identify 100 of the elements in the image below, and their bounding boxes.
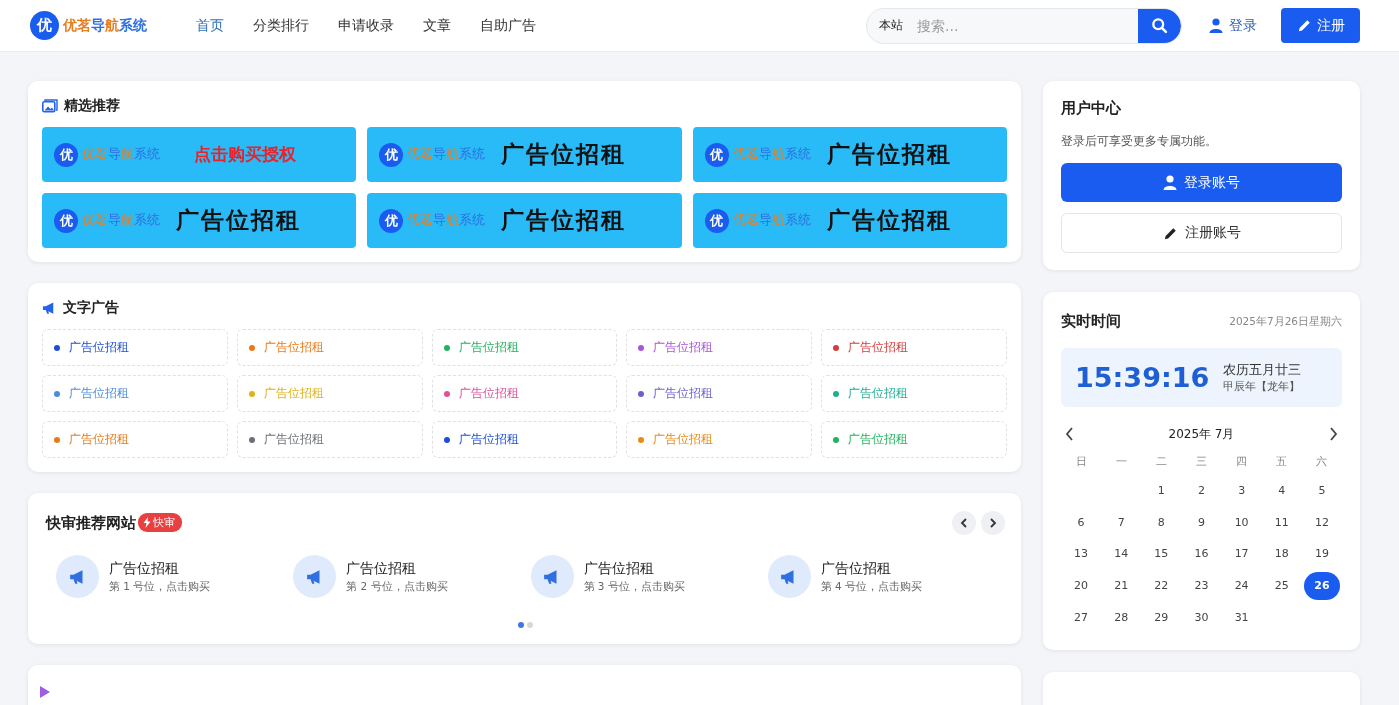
calendar-day[interactable]: 9: [1183, 506, 1220, 538]
calendar-day[interactable]: 23: [1183, 569, 1220, 601]
text-ad-link[interactable]: 广告位招租: [626, 329, 813, 366]
calendar-day[interactable]: 3: [1223, 475, 1260, 507]
weekday-label: 日: [1074, 454, 1088, 470]
calendar-day[interactable]: 25: [1263, 569, 1300, 601]
page-dot[interactable]: [518, 622, 524, 628]
calendar-day[interactable]: 6: [1063, 506, 1100, 538]
calendar-day[interactable]: 30: [1183, 601, 1220, 633]
search-bar[interactable]: 本站 搜索...: [866, 7, 1182, 44]
text-ad-link[interactable]: 广告位招租: [821, 329, 1007, 366]
pencil-icon: [1162, 225, 1178, 241]
text-ad-link[interactable]: 广告位招租: [42, 375, 228, 412]
section-title: 文字广告: [63, 299, 119, 317]
nav-link[interactable]: 首页: [196, 16, 224, 35]
calendar-day[interactable]: 1: [1143, 475, 1180, 507]
calendar-day[interactable]: 4: [1263, 475, 1300, 507]
brand-name: 优茗导航系统: [732, 212, 811, 229]
ad-banner[interactable]: 优 优茗导航系统 点击购买授权: [42, 127, 357, 182]
register-button[interactable]: 注册账号: [1061, 213, 1342, 253]
page-dot[interactable]: [527, 622, 533, 628]
logo-badge: 优: [704, 142, 729, 167]
weekday-label: 二: [1154, 454, 1168, 470]
weekday-label: 三: [1195, 454, 1208, 470]
search-icon: [1151, 17, 1168, 34]
previous-button[interactable]: [952, 511, 976, 535]
chevron-left-icon: [1065, 427, 1074, 441]
calendar-day[interactable]: 28: [1103, 601, 1140, 633]
text-ad-link[interactable]: 广告位招租: [236, 421, 423, 458]
logo-badge: 优: [379, 142, 404, 167]
ad-banner[interactable]: 优 优茗导航系统 广告位招租: [692, 193, 1007, 248]
calendar-day[interactable]: 16: [1183, 538, 1220, 570]
calendar-day[interactable]: 27: [1063, 601, 1100, 633]
site-subtitle: 第 2 号位，点击购买: [346, 579, 448, 594]
clock-time: 15:39:16: [1075, 362, 1210, 393]
text-ad-link[interactable]: 广告位招租: [431, 375, 618, 412]
section-title: 精选推荐: [64, 97, 120, 115]
site-link[interactable]: 广告位招租: [346, 559, 448, 578]
calendar-day[interactable]: 10: [1223, 506, 1260, 538]
pencil-icon: [1296, 18, 1312, 33]
fast-badge: 快审: [138, 512, 182, 532]
search-field[interactable]: 搜索...: [915, 16, 1138, 35]
nav-link[interactable]: 分类排行: [253, 16, 309, 35]
text-ad-link[interactable]: 广告位招租: [42, 329, 228, 366]
megaphone-icon: [293, 555, 337, 598]
calendar-day[interactable]: 21: [1103, 569, 1140, 601]
calendar-day[interactable]: 15: [1143, 538, 1180, 570]
site-link[interactable]: 广告位招租: [820, 559, 923, 578]
site-subtitle: 第 1 号位，点击购买: [109, 579, 211, 594]
card-title: 用户中心: [1061, 99, 1122, 118]
calendar-day[interactable]: 20: [1063, 569, 1100, 601]
triangle-icon: [40, 686, 50, 698]
calendar-day[interactable]: 19: [1303, 538, 1340, 570]
calendar-day[interactable]: 31: [1223, 601, 1260, 633]
date-text: 2025年7月26日星期六: [1229, 314, 1342, 329]
ad-text: 广告位招租: [826, 139, 952, 169]
ad-banner[interactable]: 优 优茗导航系统 广告位招租: [692, 127, 1007, 182]
register-button[interactable]: 注册: [1281, 8, 1360, 43]
site-subtitle: 第 3 号位，点击购买: [583, 579, 685, 594]
weekday-label: 四: [1235, 454, 1249, 470]
calendar-day[interactable]: 26: [1303, 571, 1340, 600]
calendar-day[interactable]: 14: [1103, 538, 1140, 570]
calendar-day[interactable]: 8: [1143, 506, 1180, 538]
ad-banner[interactable]: 优 优茗导航系统 广告位招租: [42, 193, 357, 248]
site-link[interactable]: 广告位招租: [583, 559, 685, 578]
nav-link[interactable]: 文章: [423, 16, 451, 35]
month-label: 2025年 7月: [1168, 425, 1235, 443]
calendar-day[interactable]: 13: [1063, 538, 1100, 570]
calendar-day[interactable]: 29: [1143, 601, 1180, 633]
calendar-day[interactable]: 11: [1263, 506, 1300, 538]
calendar-day[interactable]: 5: [1303, 475, 1340, 507]
logo-badge: 优: [54, 142, 78, 167]
calendar-day[interactable]: 18: [1263, 538, 1300, 570]
next-month-button[interactable]: [1327, 425, 1340, 443]
section-title: 快审推荐网站: [46, 513, 136, 533]
calendar-day[interactable]: 24: [1223, 569, 1260, 601]
ad-banner[interactable]: 优 优茗导航系统 广告位招租: [367, 193, 682, 248]
calendar-day[interactable]: 22: [1143, 569, 1180, 601]
calendar-day[interactable]: 12: [1303, 506, 1340, 538]
weekday-label: 一: [1114, 454, 1128, 470]
brand-name: 优茗导航系统: [407, 146, 486, 163]
ad-text: 广告位招租: [176, 205, 301, 235]
nav-link[interactable]: 申请收录: [338, 16, 394, 35]
site-link[interactable]: 广告位招租: [109, 559, 211, 578]
next-button[interactable]: [981, 511, 1005, 535]
site-logo[interactable]: 优 优茗导航系统: [30, 11, 196, 40]
text-ad-link[interactable]: 广告位招租: [626, 375, 813, 412]
search-scope[interactable]: 本站: [867, 17, 915, 34]
ad-banner[interactable]: 优 优茗导航系统 广告位招租: [367, 127, 682, 182]
ad-text: 广告位招租: [501, 205, 627, 235]
calendar-day[interactable]: 17: [1223, 538, 1260, 570]
text-ad-link[interactable]: 广告位招租: [431, 421, 618, 458]
search-button[interactable]: [1138, 8, 1181, 43]
calendar-day[interactable]: 2: [1183, 475, 1220, 507]
logo-badge: 优: [379, 208, 404, 233]
calendar-day[interactable]: 7: [1103, 506, 1140, 538]
previous-month-button[interactable]: [1063, 425, 1076, 443]
login-button[interactable]: 登录账号: [1061, 163, 1342, 202]
nav-link[interactable]: 自助广告: [480, 16, 536, 35]
login-link[interactable]: 登录: [1209, 16, 1257, 35]
